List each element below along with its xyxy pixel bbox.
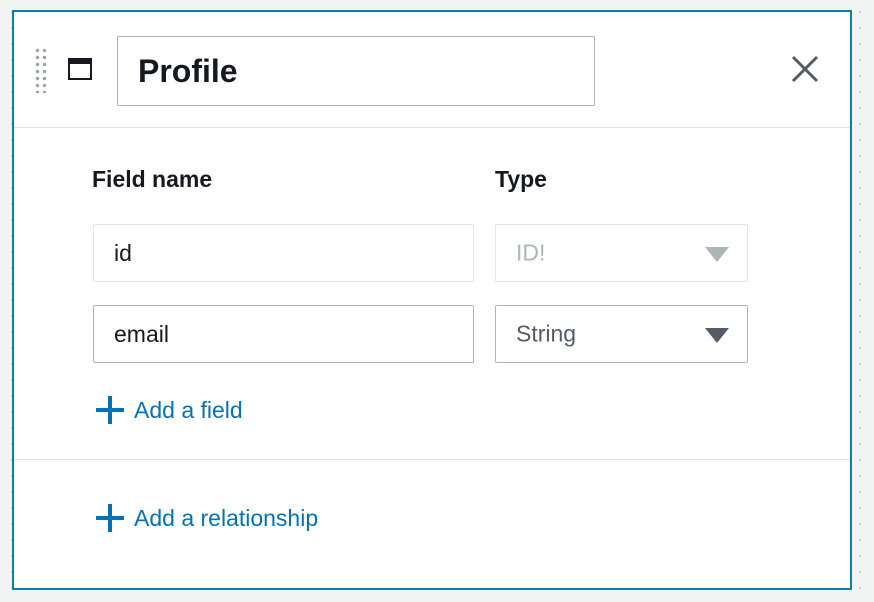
add-field-label: Add a field: [134, 396, 243, 423]
field-name-input-id[interactable]: [93, 224, 474, 282]
model-card: Field name Type ID! String Add a relatio…: [12, 10, 852, 590]
caret-down-icon: [705, 247, 729, 262]
add-relationship-button[interactable]: Add a relationship: [96, 504, 318, 532]
type-select-value: String: [516, 320, 577, 347]
type-select-email[interactable]: String: [495, 305, 748, 363]
type-select-id: ID!: [495, 224, 748, 282]
model-name-input[interactable]: [117, 36, 595, 106]
field-name-input-email[interactable]: [93, 305, 474, 363]
close-button[interactable]: [788, 52, 822, 86]
close-icon: [791, 55, 819, 83]
caret-down-icon: [705, 328, 729, 343]
model-card-header: [14, 12, 850, 128]
type-select-value: ID!: [516, 239, 546, 266]
relationships-section: Add a relationship: [14, 460, 850, 588]
plus-icon: [96, 396, 124, 424]
type-column-label: Type: [495, 166, 547, 192]
drag-handle-icon[interactable]: [34, 47, 48, 93]
add-field-button[interactable]: Add a field: [96, 396, 243, 424]
plus-icon: [96, 504, 124, 532]
add-relationship-label: Add a relationship: [134, 504, 319, 531]
field-name-column-label: Field name: [92, 166, 213, 192]
window-icon: [68, 58, 92, 80]
